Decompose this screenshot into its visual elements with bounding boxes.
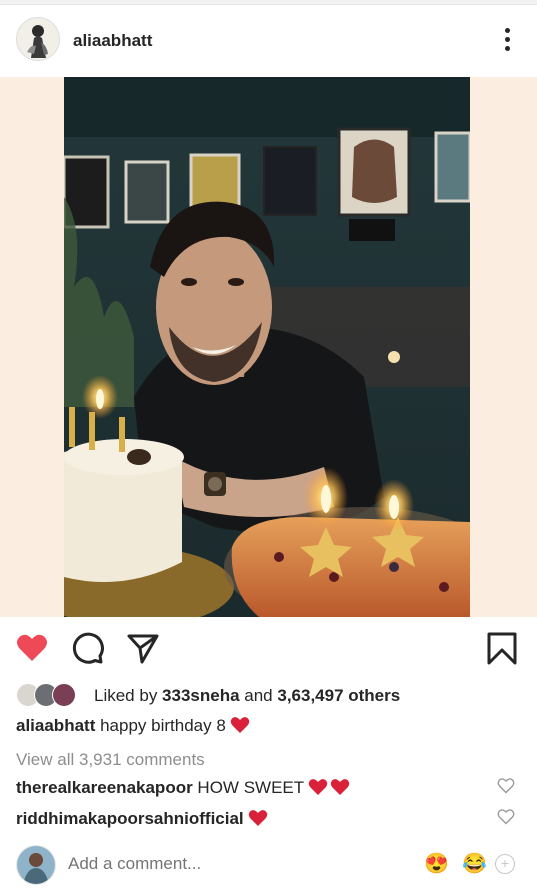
red-heart-emoji — [230, 717, 250, 733]
comment-row: therealkareenakapoor HOW SWEET — [16, 778, 350, 798]
likes-row[interactable]: Liked by 333sneha and 3,63,497 others — [16, 682, 526, 708]
add-comment-row: 😍 😂 + — [0, 840, 537, 889]
red-heart-emoji — [330, 779, 350, 795]
comment-username[interactable]: riddhimakapoorsahniofficial — [16, 809, 244, 828]
comment-text: HOW SWEET — [192, 778, 305, 797]
bookmark-icon[interactable] — [484, 630, 520, 666]
post-header: aliaabhatt — [0, 5, 537, 77]
add-comment-input[interactable] — [68, 854, 388, 874]
liker-username[interactable]: 333sneha — [162, 686, 240, 705]
header-username[interactable]: aliaabhatt — [73, 31, 152, 51]
comment-icon[interactable] — [70, 630, 106, 666]
comment-row: riddhimakapoorsahniofficial — [16, 809, 268, 829]
heart-filled-icon[interactable] — [14, 630, 50, 666]
heart-outline-icon[interactable] — [497, 808, 515, 825]
red-heart-emoji — [308, 779, 328, 795]
comment-username[interactable]: therealkareenakapoor — [16, 778, 193, 797]
more-icon[interactable] — [503, 28, 511, 56]
share-icon[interactable] — [125, 630, 161, 666]
liker-avatar — [52, 683, 76, 707]
view-all-comments-link[interactable]: View all 3,931 comments — [16, 750, 205, 770]
heart-eyes-emoji-button[interactable]: 😍 — [424, 852, 449, 876]
likes-summary: Liked by 333sneha and 3,63,497 others — [94, 686, 401, 705]
heart-outline-icon[interactable] — [497, 777, 515, 794]
caption-username[interactable]: aliaabhatt — [16, 716, 95, 735]
profile-avatar[interactable] — [16, 17, 60, 61]
current-user-avatar — [16, 845, 56, 885]
likes-others[interactable]: 3,63,497 others — [277, 686, 400, 705]
laughing-emoji-button[interactable]: 😂 — [462, 852, 487, 876]
post-photo-container — [0, 77, 537, 617]
red-heart-emoji — [248, 810, 267, 826]
plus-circle-icon[interactable]: + — [495, 854, 515, 874]
liker-avatars — [16, 683, 84, 707]
post-caption: aliaabhatt happy birthday 8 — [16, 716, 250, 736]
post-action-bar — [0, 622, 537, 676]
caption-text: happy birthday 8 — [95, 716, 226, 735]
post-photo[interactable] — [64, 77, 470, 617]
